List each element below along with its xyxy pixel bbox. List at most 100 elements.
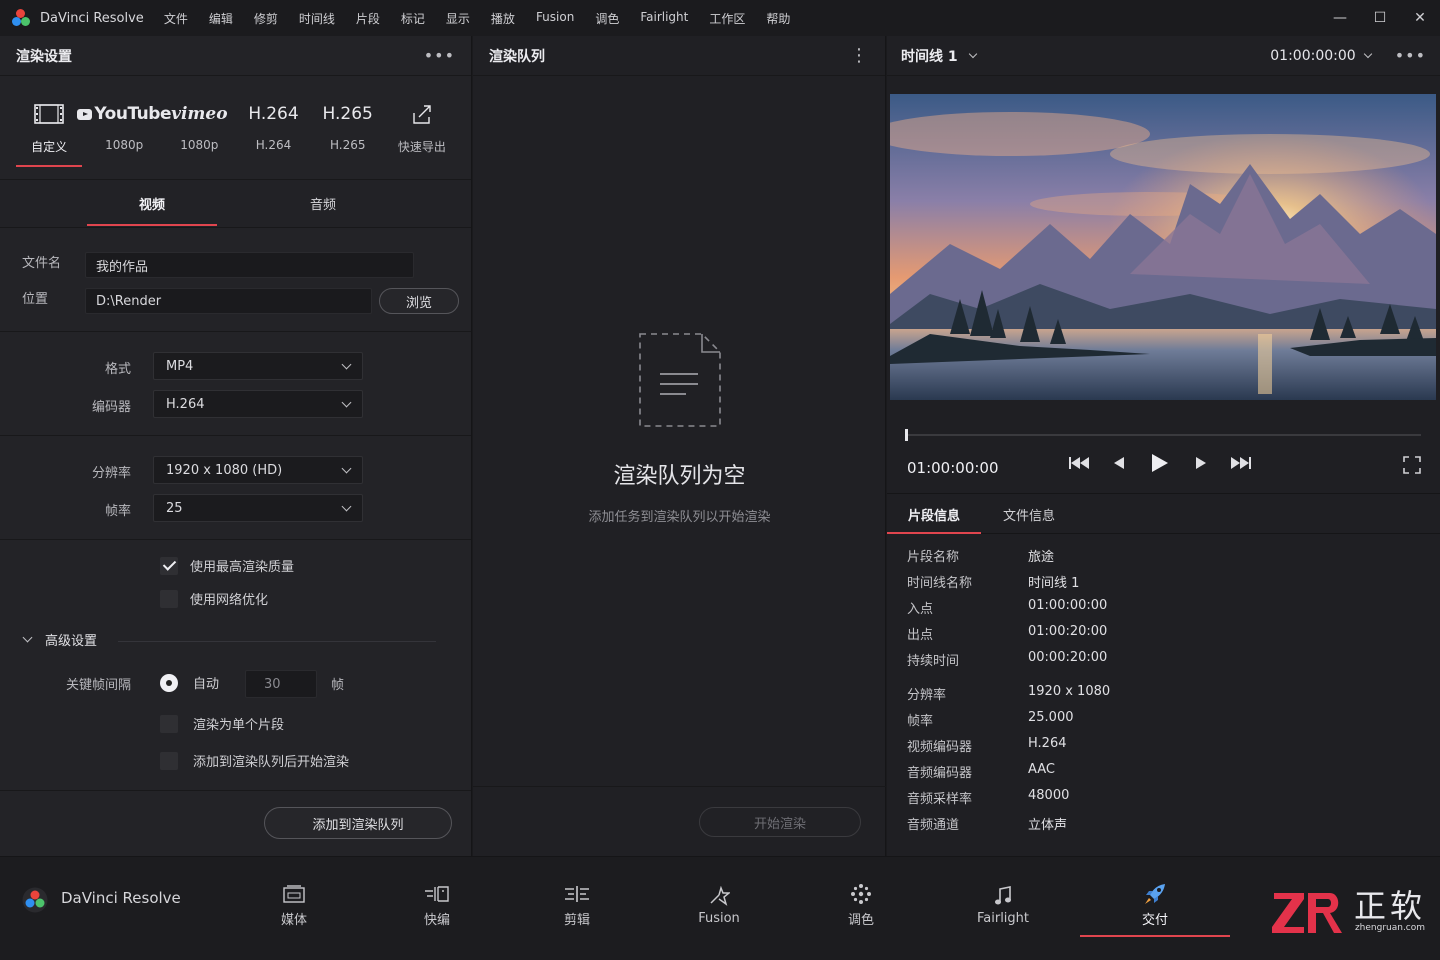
- close-button[interactable]: ✕: [1400, 0, 1440, 36]
- info-row: 片段名称 旅途: [907, 550, 1055, 565]
- resolution-select[interactable]: 1920 x 1080 (HD): [153, 456, 363, 484]
- maximize-button[interactable]: ☐: [1360, 0, 1400, 36]
- format-select[interactable]: MP4: [153, 352, 363, 380]
- page-deliver[interactable]: 交付: [1080, 875, 1230, 937]
- preset-quick-export[interactable]: 快速导出: [385, 76, 459, 179]
- tab-file-info[interactable]: 文件信息: [1003, 494, 1055, 534]
- menu-fairlight[interactable]: Fairlight: [640, 10, 688, 27]
- render-queue-panel: 渲染队列 ⋮ 渲染队列为空 添加任务到渲染队列以开始渲染 开始渲染: [473, 36, 886, 856]
- keyframe-auto-radio[interactable]: [160, 673, 178, 692]
- format-label: 格式: [105, 362, 132, 377]
- advanced-title: 高级设置: [45, 634, 98, 649]
- video-audio-tabs: 视频 音频: [0, 180, 471, 228]
- preset-label: H.264: [255, 138, 292, 152]
- file-section: 文件名 我的作品 位置 D:\Render 浏览: [0, 228, 471, 332]
- menu-file[interactable]: 文件: [164, 10, 188, 27]
- skip-start-button[interactable]: [1069, 456, 1089, 474]
- chevron-down-icon: [968, 49, 977, 58]
- vimeo-icon: vimeo: [171, 104, 228, 124]
- advanced-toggle[interactable]: 高级设置: [22, 630, 98, 649]
- single-clip-checkbox[interactable]: [160, 714, 178, 733]
- video-preview: [890, 94, 1436, 400]
- menu-playback[interactable]: 播放: [491, 10, 515, 27]
- render-settings-header: 渲染设置 •••: [0, 36, 471, 76]
- page-media[interactable]: 媒体: [219, 875, 369, 935]
- keyframe-auto-option[interactable]: 自动: [160, 673, 219, 692]
- auto-label: 自动: [193, 677, 220, 692]
- more-menu-button[interactable]: •••: [1395, 46, 1426, 65]
- keyframe-input[interactable]: 30: [245, 670, 317, 698]
- single-clip-label: 渲染为单个片段: [193, 718, 285, 733]
- location-input[interactable]: D:\Render: [85, 288, 372, 314]
- fullscreen-button[interactable]: [1403, 456, 1421, 478]
- info-row: 入点 01:00:00:00: [907, 598, 1108, 617]
- page-bar: DaVinci Resolve 媒体 快编 剪辑 Fusion 调色 Fairl…: [0, 856, 1440, 960]
- watermark: 正软 zhengruan.com: [1270, 887, 1426, 935]
- minimize-button[interactable]: —: [1320, 0, 1360, 36]
- max-quality-option[interactable]: 使用最高渲染质量: [160, 556, 294, 575]
- page-color[interactable]: 调色: [786, 875, 936, 935]
- menu-fusion[interactable]: Fusion: [536, 10, 574, 27]
- page-cut[interactable]: 快编: [362, 875, 512, 935]
- current-timecode: 01:00:00:00: [907, 459, 999, 477]
- browse-button[interactable]: 浏览: [379, 288, 459, 314]
- single-clip-option[interactable]: 渲染为单个片段: [160, 714, 284, 733]
- chevron-down-icon: [22, 632, 33, 642]
- timeline-select[interactable]: 时间线 1: [901, 46, 977, 66]
- deliver-icon: [1143, 883, 1167, 905]
- menu-edit[interactable]: 编辑: [209, 10, 233, 27]
- framerate-label: 帧率: [105, 504, 132, 519]
- keyframe-label: 关键帧间隔: [66, 678, 132, 693]
- menu-workspace[interactable]: 工作区: [709, 10, 745, 27]
- tab-clip-info[interactable]: 片段信息: [887, 494, 981, 534]
- menu-clip[interactable]: 片段: [356, 10, 380, 27]
- preset-vimeo[interactable]: vimeo 1080p: [162, 76, 236, 179]
- web-opt-option[interactable]: 使用网络优化: [160, 589, 268, 608]
- start-after-add-checkbox[interactable]: [160, 751, 178, 770]
- filename-input[interactable]: 我的作品: [85, 252, 414, 278]
- davinci-logo-icon: [22, 887, 48, 913]
- zr-logo-icon: [1271, 893, 1342, 933]
- preset-h265[interactable]: H.265 H.265: [311, 76, 385, 179]
- more-menu-button[interactable]: ⋮: [850, 45, 869, 66]
- tab-video[interactable]: 视频: [87, 180, 217, 227]
- start-render-button[interactable]: 开始渲染: [699, 807, 861, 837]
- codec-select[interactable]: H.264: [153, 390, 363, 418]
- web-opt-checkbox[interactable]: [160, 589, 178, 608]
- more-menu-button[interactable]: •••: [424, 46, 455, 65]
- add-to-queue-button[interactable]: 添加到渲染队列: [264, 807, 452, 839]
- page-fusion[interactable]: Fusion: [644, 875, 794, 935]
- framerate-select[interactable]: 25: [153, 494, 363, 522]
- skip-end-button[interactable]: [1231, 456, 1251, 474]
- menu-timeline[interactable]: 时间线: [299, 10, 335, 27]
- playhead[interactable]: [905, 429, 908, 441]
- quick-export-icon: [411, 102, 433, 126]
- step-back-button[interactable]: [1113, 456, 1125, 474]
- preset-custom[interactable]: 自定义: [12, 76, 86, 179]
- scrub-bar[interactable]: [905, 434, 1421, 436]
- info-row: 持续时间 00:00:20:00: [907, 650, 1108, 669]
- page-fairlight[interactable]: Fairlight: [928, 875, 1078, 935]
- menu-view[interactable]: 显示: [446, 10, 470, 27]
- fairlight-icon: [994, 885, 1012, 907]
- info-row: 出点 01:00:20:00: [907, 624, 1108, 643]
- preset-h264[interactable]: H.264 H.264: [236, 76, 310, 179]
- step-forward-button[interactable]: [1195, 456, 1207, 474]
- page-edit[interactable]: 剪辑: [502, 875, 652, 935]
- timecode-select[interactable]: 01:00:00:00: [1270, 47, 1372, 64]
- timecode-top: 01:00:00:00: [1270, 47, 1356, 64]
- preset-youtube[interactable]: YouTube 1080p: [77, 76, 171, 179]
- start-after-add-option[interactable]: 添加到渲染队列后开始渲染: [160, 751, 349, 770]
- youtube-icon: YouTube: [77, 102, 171, 126]
- menu-mark[interactable]: 标记: [401, 10, 425, 27]
- info-row: 时间线名称 时间线 1: [907, 576, 1080, 591]
- menu-help[interactable]: 帮助: [766, 10, 790, 27]
- edit-icon: [564, 883, 590, 905]
- menu-color[interactable]: 调色: [595, 10, 619, 27]
- play-button[interactable]: [1151, 453, 1169, 477]
- format-section: 格式 MP4 编码器 H.264: [0, 332, 471, 436]
- max-quality-checkbox[interactable]: [160, 556, 178, 575]
- title-bar: DaVinci Resolve 文件 编辑 修剪 时间线 片段 标记 显示 播放…: [0, 0, 1440, 36]
- menu-trim[interactable]: 修剪: [254, 10, 278, 27]
- tab-audio[interactable]: 音频: [257, 180, 389, 227]
